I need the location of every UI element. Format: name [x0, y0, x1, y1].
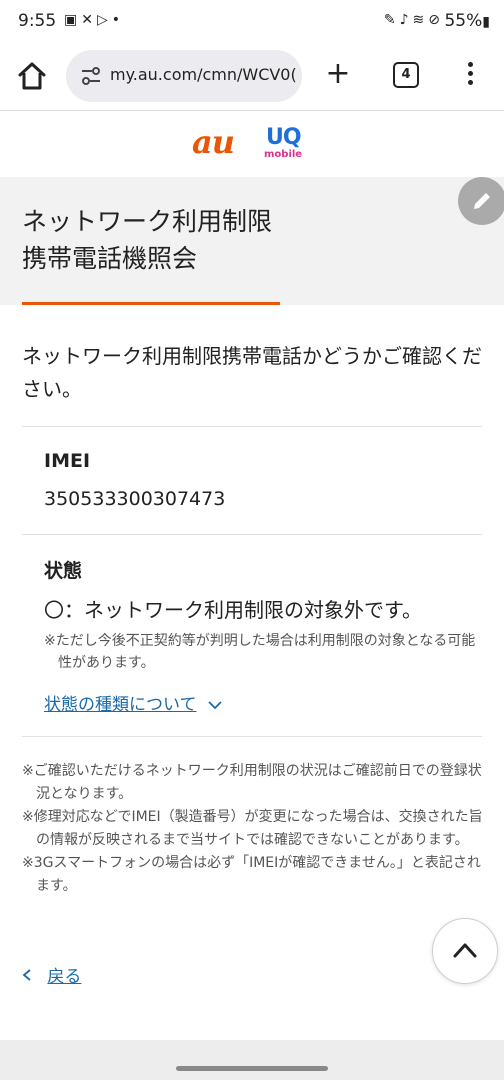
- uq-mobile-logo: UQ mobile: [264, 125, 303, 160]
- section-divider: [22, 736, 482, 737]
- imei-label: IMEI: [44, 450, 91, 472]
- imei-value: 350533300307473: [44, 488, 226, 510]
- battery-icon: ▮: [482, 14, 490, 30]
- notes-list: ※ご確認いただけるネットワーク利用制限の状況はご確認前日での登録状況となります。…: [22, 760, 484, 898]
- new-tab-button[interactable]: +: [322, 58, 354, 90]
- home-icon: [18, 62, 46, 90]
- home-button[interactable]: [14, 58, 50, 94]
- status-result: 〇：ネットワーク利用制限の対象外です。: [44, 598, 422, 622]
- tools-icon: ✕: [81, 12, 97, 28]
- block-icon: ⊘: [428, 12, 444, 28]
- note-item: ※ご確認いただけるネットワーク利用制限の状況はご確認前日での登録状況となります。: [22, 763, 482, 802]
- more-menu-button[interactable]: [462, 58, 478, 94]
- status-time: 9:55: [18, 11, 57, 31]
- status-bar: 9:55 ▣✕▷• ✎♪≋⊘ 55%▮: [0, 0, 504, 44]
- status-note: ※ただし今後不正契約等が判明した場合は利用制限の対象となる可能性があります。: [44, 633, 476, 671]
- play-store-icon: ▷: [96, 12, 112, 28]
- url-text[interactable]: my.au.com/cmn/WCV0(: [110, 65, 297, 84]
- battery-level: 55%▮: [444, 11, 490, 31]
- dot-icon: •: [111, 12, 125, 28]
- status-types-link[interactable]: 状態の種類について: [44, 690, 223, 715]
- address-bar[interactable]: my.au.com/cmn/WCV0(: [66, 50, 302, 102]
- section-divider: [22, 534, 482, 535]
- note-item: ※3Gスマートフォンの場合は必ず「IMEIが確認できません。」と表記されます。: [22, 855, 481, 894]
- back-link-label[interactable]: 戻る: [47, 967, 81, 987]
- tab-switcher-button[interactable]: 4: [393, 62, 419, 88]
- section-divider: [22, 426, 482, 427]
- wifi-icon: ≋: [412, 12, 429, 28]
- edit-button[interactable]: [458, 177, 504, 225]
- au-logo: au: [192, 123, 235, 161]
- pencil-icon: [474, 193, 490, 209]
- image-icon: ▣: [64, 12, 82, 28]
- scroll-to-top-button[interactable]: [432, 918, 498, 984]
- status-label: 状態: [44, 560, 83, 582]
- pen-icon: ✎: [383, 12, 400, 28]
- title-accent-line: [22, 302, 280, 305]
- chevron-up-icon: [453, 943, 477, 958]
- intro-text: ネットワーク利用制限携帯電話かどうかご確認ください。: [22, 344, 482, 401]
- notification-icons: ▣✕▷•: [64, 12, 124, 28]
- status-types-link-label[interactable]: 状態の種類について: [44, 695, 197, 715]
- page-title-band: ネットワーク利用制限 携帯電話機照会: [0, 177, 504, 305]
- plus-icon: +: [325, 56, 351, 91]
- page-title: ネットワーク利用制限 携帯電話機照会: [22, 207, 273, 273]
- note-item: ※修理対応などでIMEI（製造番号）が変更になった場合は、交換された旨の情報が反…: [22, 809, 483, 848]
- footer-strip: [0, 1040, 504, 1080]
- gesture-navigation-bar[interactable]: [176, 1066, 328, 1071]
- browser-toolbar: my.au.com/cmn/WCV0( + 4: [0, 44, 504, 110]
- back-link[interactable]: 戻る: [22, 962, 81, 987]
- mute-icon: ♪: [399, 12, 413, 28]
- site-settings-icon[interactable]: [80, 65, 102, 87]
- brand-header: au UQ mobile: [0, 111, 504, 177]
- system-icons: ✎♪≋⊘: [384, 12, 444, 28]
- chevron-left-icon: [22, 967, 37, 987]
- chevron-down-icon[interactable]: [207, 695, 223, 715]
